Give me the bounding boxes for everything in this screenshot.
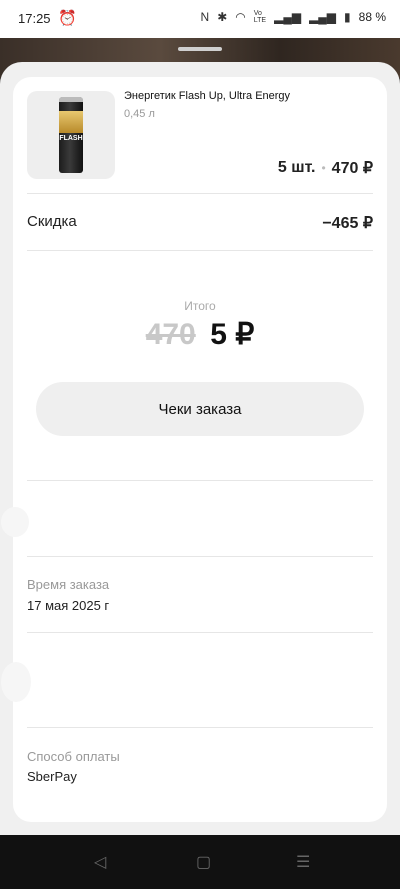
system-nav-bar: ◁ ▢ ☰ <box>0 835 400 889</box>
new-total: 5 ₽ <box>210 318 255 351</box>
divider <box>27 250 373 251</box>
menu-icon[interactable]: ☰ <box>290 851 316 873</box>
sheet-drag-handle[interactable] <box>178 47 222 51</box>
can-icon: FLASH <box>59 97 83 173</box>
bluetooth-icon: ✱ <box>217 10 228 24</box>
payment-label: Способ оплаты <box>27 749 120 764</box>
signal-icon: ▂▄▆ <box>274 10 302 24</box>
divider <box>27 480 373 481</box>
discount-value: −465 ₽ <box>322 215 373 232</box>
product-volume: 0,45 л <box>124 108 155 120</box>
item-price: 470 ₽ <box>331 160 373 177</box>
divider <box>27 727 373 728</box>
separator-dot: • <box>321 161 326 175</box>
total-row: 470 5 ₽ <box>13 317 387 352</box>
status-time: 17:25 <box>18 11 51 26</box>
total-caption: Итого <box>184 299 216 313</box>
battery-level: 88 % <box>358 10 386 24</box>
product-image[interactable]: FLASH <box>27 91 115 179</box>
order-card: FLASH Энергетик Flash Up, Ultra Energy 0… <box>1 77 387 822</box>
status-bar: 17:25 ⏰ N ✱ ◠ Vo LTE ▂▄▆ ▂▄▆ ▮ 88 % <box>0 0 400 38</box>
product-name[interactable]: Энергетик Flash Up, Ultra Energy <box>124 90 290 102</box>
quantity: 5 шт. <box>277 159 316 176</box>
divider <box>27 556 373 557</box>
discount-label: Скидка <box>27 213 77 230</box>
back-icon[interactable]: ◁ <box>88 851 112 873</box>
order-time-value: 17 мая 2025 г <box>27 598 110 613</box>
redacted-area <box>1 662 31 702</box>
divider <box>27 193 373 194</box>
redacted-area <box>1 507 29 537</box>
alarm-icon: ⏰ <box>58 10 77 27</box>
order-time-label: Время заказа <box>27 577 110 592</box>
battery-icon: ▮ <box>344 10 351 24</box>
old-total: 470 <box>145 318 196 351</box>
volte-icon: Vo LTE <box>253 10 267 24</box>
order-sheet: FLASH Энергетик Flash Up, Ultra Energy 0… <box>0 62 400 835</box>
status-icons: N ✱ ◠ Vo LTE ▂▄▆ ▂▄▆ ▮ 88 % <box>201 10 386 24</box>
signal-icon: ▂▄▆ <box>309 10 337 24</box>
nfc-icon: N <box>200 10 210 24</box>
quantity-price: 5 шт. • 470 ₽ <box>278 158 373 178</box>
divider <box>27 632 373 633</box>
payment-value: SberPay <box>27 769 77 784</box>
home-icon[interactable]: ▢ <box>190 851 217 873</box>
receipts-button[interactable]: Чеки заказа <box>36 382 364 436</box>
can-logo: FLASH <box>59 135 83 142</box>
wifi-icon: ◠ <box>235 10 246 24</box>
